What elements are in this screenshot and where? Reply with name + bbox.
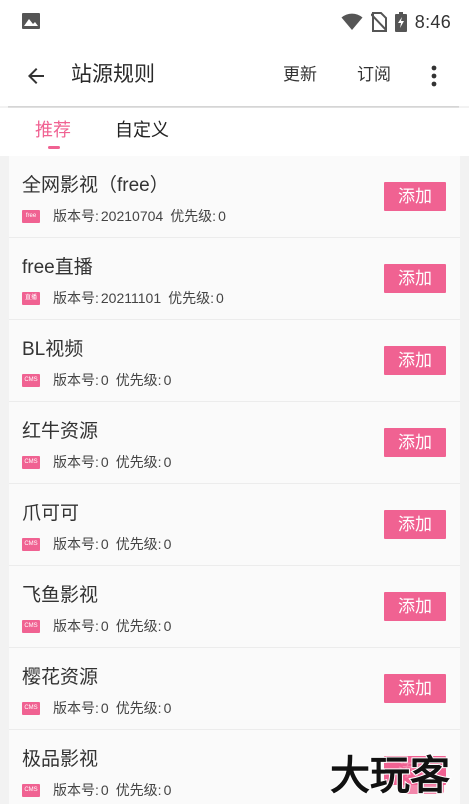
source-type-badge: 直播: [22, 291, 40, 305]
status-bar: 8:46: [0, 0, 469, 44]
add-button[interactable]: 添加: [384, 592, 446, 621]
tab-bar: 推荐 自定义: [0, 108, 469, 156]
subscribe-button[interactable]: 订阅: [357, 44, 391, 106]
version-value: 20211101: [100, 290, 162, 306]
tab-custom[interactable]: 自定义: [115, 108, 169, 152]
no-sim-icon: [370, 12, 387, 32]
source-meta: free 版本号: 20210704 优先级: 0: [22, 207, 226, 225]
list-item[interactable]: 红牛资源 CMS 版本号: 0 优先级: 0 添加: [9, 402, 460, 484]
list-item[interactable]: free直播直播 版本号: 20211101 优先级: 0 添加: [9, 238, 460, 320]
priority-value: 0: [163, 536, 172, 552]
priority-label: 优先级:: [115, 372, 162, 388]
version-value: 0: [100, 700, 109, 716]
priority-value: 0: [218, 208, 226, 224]
source-type-badge: CMS: [22, 783, 40, 797]
back-button[interactable]: [18, 58, 54, 94]
source-meta: CMS 版本号: 0 优先级: 0: [22, 781, 171, 799]
source-type-badge: CMS: [22, 373, 40, 387]
priority-label: 优先级:: [115, 454, 162, 470]
source-name: 全网影视（free）: [22, 175, 169, 196]
source-meta: CMS 版本号: 0 优先级: 0: [22, 453, 171, 471]
source-meta: 直播 版本号: 20211101 优先级: 0: [22, 289, 224, 307]
screen: 8:46 站源规则 更新 订阅 推荐 自定义 全网影视（free） free 版本号…: [0, 0, 469, 804]
priority-label: 优先级:: [115, 700, 162, 716]
list-item[interactable]: 爪可可 CMS 版本号: 0 优先级: 0 添加: [9, 484, 460, 566]
source-type-badge: free: [22, 209, 40, 223]
add-button[interactable]: 添加: [384, 264, 446, 293]
battery-charging-icon: [394, 12, 407, 32]
source-type-badge: CMS: [22, 701, 40, 715]
status-time: 8:46: [414, 11, 451, 32]
priority-label: 优先级:: [115, 782, 162, 798]
update-button[interactable]: 更新: [283, 44, 317, 106]
source-meta: CMS 版本号: 0 优先级: 0: [22, 535, 171, 553]
source-name: free直播: [22, 257, 93, 278]
source-type-badge: CMS: [22, 619, 40, 633]
priority-value: 0: [163, 782, 172, 798]
add-button[interactable]: 添加: [384, 510, 446, 539]
gallery-icon: [22, 13, 40, 29]
priority-value: 0: [163, 618, 172, 634]
source-name: 红牛资源: [22, 421, 99, 442]
version-label: 版本号:: [53, 454, 99, 470]
tab-indicator: [48, 146, 60, 149]
priority-value: 0: [216, 290, 224, 306]
source-rule-list: 全网影视（free） free 版本号: 20210704 优先级: 0 添加 free直播直…: [9, 156, 460, 804]
priority-value: 0: [163, 454, 172, 470]
version-label: 版本号:: [53, 290, 99, 306]
page-title: 站源规则: [71, 63, 155, 86]
app-bar: 站源规则 更新 订阅: [0, 44, 469, 106]
source-type-badge: CMS: [22, 455, 40, 469]
version-value: 0: [100, 372, 109, 388]
version-label: 版本号:: [53, 372, 99, 388]
source-name: 极品影视: [22, 749, 99, 770]
source-meta: CMS 版本号: 0 优先级: 0: [22, 699, 171, 717]
version-value: 0: [100, 536, 109, 552]
source-name: BL视频: [22, 339, 84, 360]
source-name: 飞鱼影视: [22, 585, 99, 606]
list-item[interactable]: 全网影视（free） free 版本号: 20210704 优先级: 0 添加: [9, 156, 460, 238]
add-button[interactable]: 添加: [384, 182, 446, 211]
version-value: 20210704: [100, 208, 164, 224]
priority-value: 0: [163, 372, 172, 388]
source-name: 爪可可: [22, 503, 80, 524]
version-label: 版本号:: [53, 208, 99, 224]
priority-value: 0: [163, 700, 172, 716]
version-label: 版本号:: [53, 618, 99, 634]
add-button[interactable]: 添加: [384, 346, 446, 375]
source-type-badge: CMS: [22, 537, 40, 551]
source-name: 樱花资源: [22, 667, 99, 688]
version-label: 版本号:: [53, 536, 99, 552]
list-item[interactable]: 飞鱼影视 CMS 版本号: 0 优先级: 0 添加: [9, 566, 460, 648]
version-value: 0: [100, 782, 109, 798]
priority-label: 优先级:: [168, 290, 214, 306]
status-icons: 8:46: [341, 11, 451, 33]
list-item[interactable]: BL视频 CMS 版本号: 0 优先级: 0 添加: [9, 320, 460, 402]
priority-label: 优先级:: [115, 536, 162, 552]
wifi-icon: [341, 13, 363, 30]
version-label: 版本号:: [53, 782, 99, 798]
version-value: 0: [100, 454, 109, 470]
priority-label: 优先级:: [170, 208, 217, 224]
more-options-button[interactable]: [420, 58, 448, 94]
source-meta: CMS 版本号: 0 优先级: 0: [22, 617, 171, 635]
priority-label: 优先级:: [115, 618, 162, 634]
version-label: 版本号:: [53, 700, 99, 716]
version-value: 0: [100, 618, 109, 634]
source-meta: CMS 版本号: 0 优先级: 0: [22, 371, 171, 389]
list-item[interactable]: 樱花资源 CMS 版本号: 0 优先级: 0 添加: [9, 648, 460, 730]
watermark-logo: 大玩客: [329, 752, 451, 798]
add-button[interactable]: 添加: [384, 674, 446, 703]
add-button[interactable]: 添加: [384, 428, 446, 457]
back-arrow-icon: [28, 68, 44, 84]
svg-text:大玩客: 大玩客: [330, 753, 450, 798]
more-vert-icon: [431, 65, 437, 87]
